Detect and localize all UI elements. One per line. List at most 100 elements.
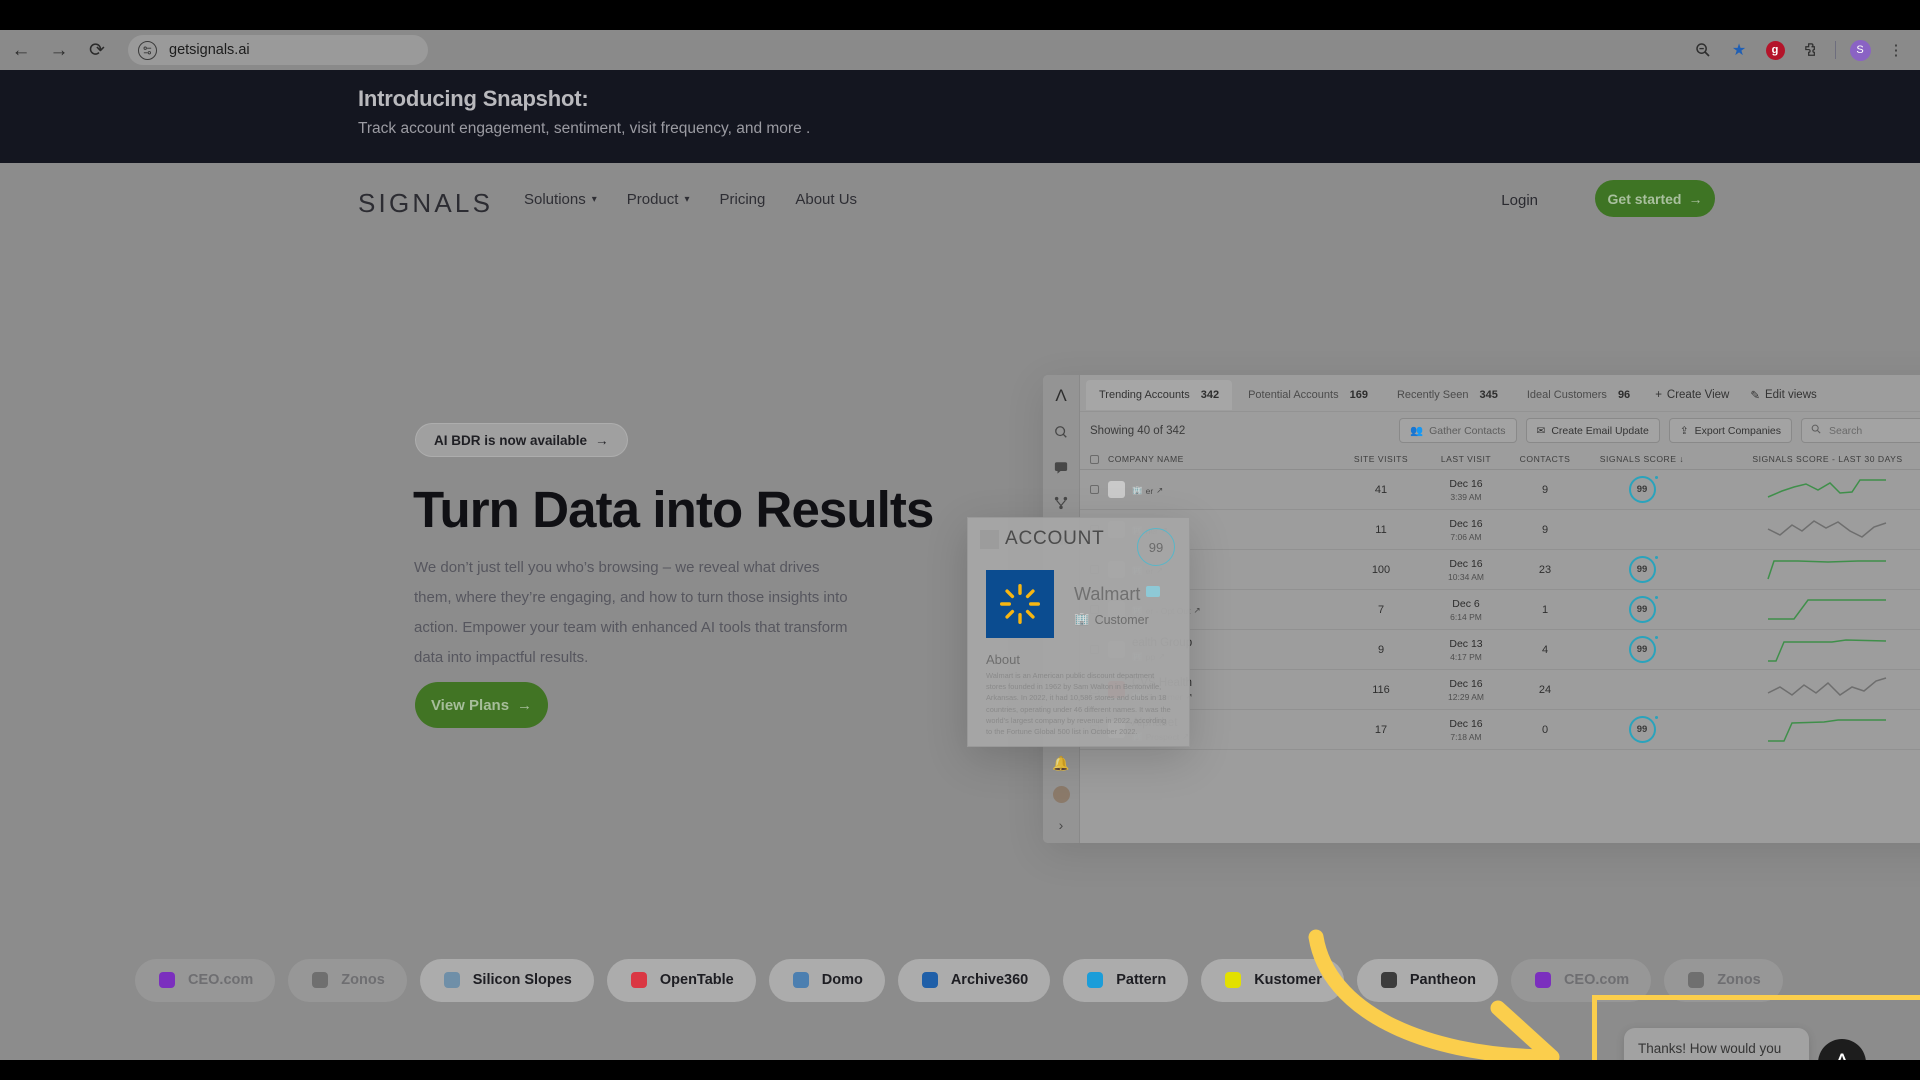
- site-visits-cell: 116: [1372, 683, 1390, 696]
- logo-label: Zonos: [1717, 972, 1761, 988]
- site-visits-cell: 9: [1377, 643, 1385, 656]
- sparkline-cell: [1702, 515, 1920, 545]
- pencil-icon: ✎: [1750, 390, 1760, 402]
- signals-score-cell: 99: [1582, 556, 1702, 583]
- site-visits-cell: 7: [1377, 603, 1385, 616]
- tab-label: Trending Accounts: [1099, 389, 1190, 401]
- col-site-visits[interactable]: SITE VISITS: [1338, 454, 1424, 464]
- logo-chip: OpenTable: [606, 958, 756, 1002]
- chat-launcher-button[interactable]: Λ: [1818, 1039, 1866, 1060]
- contacts-cell: 1: [1541, 603, 1549, 616]
- signals-score-cell: 99: [1582, 476, 1702, 503]
- export-companies-button[interactable]: ⇪ Export Companies: [1668, 418, 1792, 443]
- login-link[interactable]: Login: [1501, 192, 1538, 209]
- sparkline-cell: [1702, 595, 1920, 625]
- account-score-ring: 99: [1137, 528, 1175, 566]
- nav-label: About Us: [795, 191, 858, 208]
- profile-avatar[interactable]: S: [1842, 32, 1878, 68]
- nav-item-solutions[interactable]: Solutions ▾: [524, 191, 597, 208]
- table-row[interactable]: 🏢 er ↗ 41 Dec 16 3:39 AM 9 99: [1080, 470, 1920, 510]
- select-all-checkbox[interactable]: [1090, 454, 1099, 464]
- logo-chip: Zonos: [288, 958, 407, 1002]
- logo-label: Zonos: [341, 972, 385, 988]
- site-navbar: SIGNALS Solutions ▾ Product ▾ Pricing Ab…: [0, 163, 1920, 243]
- hero-announcement-pill[interactable]: AI BDR is now available →: [415, 423, 628, 457]
- address-bar[interactable]: getsignals.ai: [128, 35, 428, 65]
- annotation-arrow-icon: [1308, 929, 1560, 1060]
- building-icon: 🏢: [1132, 485, 1143, 495]
- signals-score-cell: 99: [1582, 636, 1702, 663]
- edit-views-button[interactable]: ✎ Edit views: [1741, 388, 1825, 402]
- tab-label: Ideal Customers: [1526, 389, 1607, 401]
- tab-count: 342: [1200, 389, 1220, 401]
- score-dot-icon: [1654, 476, 1658, 479]
- signals-score-cell: 99: [1582, 516, 1702, 543]
- forward-icon[interactable]: →: [40, 31, 78, 69]
- extension-badge-icon[interactable]: g: [1757, 32, 1793, 68]
- chevron-down-icon: ▾: [591, 194, 597, 205]
- tab-count: 345: [1479, 389, 1498, 401]
- create-view-button[interactable]: + Create View: [1646, 389, 1738, 401]
- tab-trending-accounts[interactable]: Trending Accounts 342: [1086, 380, 1233, 410]
- dashboard-search-input[interactable]: Search: [1801, 418, 1920, 443]
- score-ring: 99: [1628, 636, 1658, 663]
- search-account-icon[interactable]: [1054, 425, 1068, 442]
- pill-label: AI BDR is now available: [434, 432, 588, 448]
- nav-get-started-button[interactable]: Get started →: [1595, 180, 1715, 217]
- sparkline-cell: [1702, 475, 1920, 505]
- col-company-name[interactable]: COMPANY NAME: [1108, 454, 1338, 464]
- extensions-icon[interactable]: [1793, 32, 1829, 68]
- score-ring: 99: [1628, 556, 1658, 583]
- nav-item-about-us[interactable]: About Us: [795, 191, 857, 208]
- zoom-icon[interactable]: [1685, 32, 1721, 68]
- score-dot-icon: [1654, 716, 1658, 719]
- view-plans-button[interactable]: View Plans →: [415, 682, 548, 728]
- logo-mark-icon[interactable]: Λ: [1055, 386, 1066, 406]
- tab-ideal-customers[interactable]: Ideal Customers 96: [1514, 380, 1643, 410]
- table-row[interactable]: 🏢ner↗11Dec 167:06 AM999: [1080, 510, 1920, 550]
- col-signals-score[interactable]: SIGNALS SCORE ↓: [1582, 454, 1702, 464]
- table-row[interactable]: 🏢er↗100Dec 1610:34 AM2399: [1080, 550, 1920, 590]
- account-type-text: Customer: [1094, 612, 1149, 627]
- row-checkbox[interactable]: [1090, 485, 1099, 494]
- nav-item-pricing[interactable]: Pricing: [719, 191, 765, 208]
- table-row[interactable]: CVS Health🏢Customer↗116Dec 1612:29 AM249…: [1080, 670, 1920, 710]
- back-icon[interactable]: ←: [2, 31, 40, 69]
- avatar-icon[interactable]: [1052, 786, 1070, 803]
- score-value: 99: [1636, 724, 1648, 735]
- browser-menu-icon[interactable]: ⋮: [1878, 32, 1914, 68]
- arrow-right-icon: →: [1688, 190, 1703, 207]
- tab-label: Potential Accounts: [1248, 389, 1339, 401]
- brand-logo[interactable]: SIGNALS: [358, 188, 493, 219]
- contacts-cell: 4: [1541, 643, 1549, 656]
- create-email-update-button[interactable]: ✉ Create Email Update: [1525, 418, 1660, 443]
- gather-contacts-button[interactable]: 👥 Gather Contacts: [1399, 418, 1517, 443]
- logo-chip: CEO.com: [135, 958, 276, 1002]
- reload-icon[interactable]: ⟳: [78, 31, 116, 69]
- account-card-title: ACCOUNT: [1005, 528, 1105, 549]
- col-last-visit[interactable]: LAST VISIT: [1424, 454, 1508, 464]
- showing-count: Showing 40 of 342: [1090, 424, 1186, 437]
- col-contacts[interactable]: CONTACTS: [1508, 454, 1582, 464]
- score-dot-icon: [1654, 636, 1658, 639]
- tab-recently-seen[interactable]: Recently Seen 345: [1384, 380, 1511, 410]
- create-view-label: Create View: [1666, 389, 1730, 401]
- arrow-right-icon: →: [595, 432, 609, 448]
- expand-icon[interactable]: ›: [1059, 817, 1064, 833]
- zonos-icon: [1686, 970, 1706, 990]
- table-row[interactable]: Alphabet🏢Prospect↗17Dec 167:18 AM099: [1080, 710, 1920, 750]
- table-row[interactable]: ealth Group🏢pp↗9Dec 134:17 PM499: [1080, 630, 1920, 670]
- bell-icon[interactable]: 🔔: [1052, 755, 1069, 772]
- site-visits-cell: 100: [1371, 563, 1391, 576]
- workflow-icon[interactable]: [1054, 496, 1068, 513]
- site-settings-icon[interactable]: [138, 40, 157, 60]
- col-signals-score-30-days[interactable]: SIGNALS SCORE - LAST 30 DAYS: [1702, 454, 1920, 464]
- nav-item-product[interactable]: Product ▾: [627, 191, 690, 208]
- chat-icon[interactable]: [1054, 461, 1068, 477]
- export-companies-label: Export Companies: [1694, 424, 1781, 437]
- table-row[interactable]: 🏢er - Opt Out↗7Dec 66:14 PM199: [1080, 590, 1920, 630]
- bookmark-star-icon[interactable]: ★: [1721, 32, 1757, 68]
- company-icon: 🏢: [1074, 612, 1090, 626]
- tab-potential-accounts[interactable]: Potential Accounts 169: [1235, 380, 1381, 410]
- last-visit-cell: Dec 16 7:18 AM: [1449, 717, 1483, 742]
